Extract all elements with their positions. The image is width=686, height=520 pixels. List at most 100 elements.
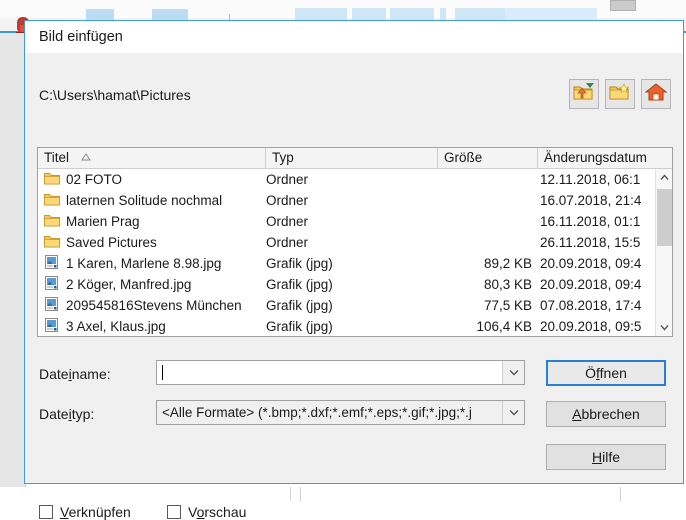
- image-file-icon: [44, 297, 60, 314]
- home-button[interactable]: [641, 79, 671, 109]
- text-caret: [162, 365, 163, 380]
- open-button[interactable]: Öffnen: [546, 360, 666, 386]
- table-row[interactable]: Marien Prag Ordner 16.11.2018, 01:1: [38, 211, 672, 232]
- file-date-cell: 16.07.2018, 21:4: [538, 193, 672, 208]
- file-name-cell: Marien Prag: [38, 213, 266, 230]
- link-checkbox-box[interactable]: [39, 505, 53, 519]
- file-name-label: 209545816Stevens München: [66, 298, 242, 313]
- file-size-cell: 89,2 KB: [438, 256, 538, 271]
- filename-label-post: name:: [72, 366, 111, 382]
- filetype-selected-value: <Alle Formate> (*.bmp;*.dxf;*.emf;*.eps;…: [157, 405, 502, 420]
- link-checkbox[interactable]: Verknüpfen: [39, 504, 131, 520]
- file-name-cell: 1 Karen, Marlene 8.98.jpg: [38, 255, 266, 272]
- file-name-cell: Saved Pictures: [38, 234, 266, 251]
- file-size-cell: 80,3 KB: [438, 277, 538, 292]
- file-name-label: 3 Axel, Klaus.jpg: [66, 319, 166, 334]
- column-header-groesse-label: Größe: [444, 150, 482, 165]
- scrollbar-thumb[interactable]: [657, 189, 672, 246]
- file-date-cell: 12.11.2018, 06:1: [538, 172, 672, 187]
- path-row: C:\Users\hamat\Pictures: [25, 79, 683, 119]
- table-row[interactable]: 209545816Stevens München Grafik (jpg)77,5…: [38, 295, 672, 316]
- column-header-typ[interactable]: Typ: [266, 148, 438, 168]
- file-type-cell: Grafik (jpg): [266, 298, 438, 313]
- new-folder-icon: [609, 82, 631, 107]
- filename-label: Dateiname:: [39, 366, 111, 382]
- level-up-button[interactable]: [569, 79, 599, 109]
- help-button-label: Hilfe: [592, 449, 620, 465]
- link-checkbox-label: Verknüpfen: [60, 504, 131, 520]
- file-name-cell: laternen Solitude nochmal: [38, 192, 266, 209]
- column-header-datum-label: Änderungsdatum: [544, 150, 647, 165]
- scroll-up-icon[interactable]: [656, 169, 672, 186]
- file-list-header: Titel Typ Größe Änderungsdatum: [38, 148, 672, 169]
- image-file-icon: [44, 318, 60, 335]
- background-bottom-separator-2: [300, 487, 301, 501]
- file-type-cell: Grafik (jpg): [266, 277, 438, 292]
- filetype-combobox[interactable]: <Alle Formate> (*.bmp;*.dxf;*.emf;*.eps;…: [156, 400, 525, 425]
- insert-image-dialog: Bild einfügen C:\Users\hamat\Pictures: [24, 20, 684, 484]
- column-header-datum[interactable]: Änderungsdatum: [538, 148, 672, 168]
- folder-icon: [44, 192, 60, 209]
- preview-checkbox-box[interactable]: [167, 505, 181, 519]
- filename-label-pre: Date: [39, 366, 69, 382]
- file-date-cell: 26.11.2018, 15:5: [538, 235, 672, 250]
- file-name-label: 2 Köger, Manfred.jpg: [66, 277, 191, 292]
- filetype-label-pre: Date: [39, 406, 69, 422]
- filename-combobox[interactable]: [156, 360, 525, 385]
- file-type-cell: Ordner: [266, 235, 438, 250]
- file-name-label: 1 Karen, Marlene 8.98.jpg: [66, 256, 221, 271]
- open-button-label: Öffnen: [585, 365, 627, 381]
- table-row[interactable]: Saved Pictures Ordner 26.11.2018, 15:5: [38, 232, 672, 253]
- file-date-cell: 20.09.2018, 09:5: [538, 319, 672, 334]
- table-row[interactable]: 02 FOTOOrdner 12.11.2018, 06:1: [38, 169, 672, 190]
- background-bottom-separator-1: [290, 487, 291, 501]
- background-bottom-area: [0, 487, 686, 501]
- background-bottom-separator-3: [620, 487, 621, 501]
- file-size-cell: 106,4 KB: [438, 319, 538, 334]
- home-icon: [645, 82, 667, 107]
- filename-dropdown-chevron-down-icon[interactable]: [502, 361, 524, 384]
- column-header-titel-label: Titel: [44, 150, 69, 165]
- file-type-cell: Grafik (jpg): [266, 256, 438, 271]
- file-list-rows: 02 FOTOOrdner12.11.2018, 06:1laternen So…: [38, 169, 672, 337]
- file-date-cell: 07.08.2018, 17:4: [538, 298, 672, 313]
- column-header-titel[interactable]: Titel: [38, 148, 266, 168]
- file-name-label: Saved Pictures: [66, 235, 157, 250]
- file-name-label: Marien Prag: [66, 214, 140, 229]
- file-date-cell: 20.09.2018, 09:4: [538, 277, 672, 292]
- file-type-cell: Ordner: [266, 193, 438, 208]
- background-left-panel: [0, 33, 26, 501]
- table-row[interactable]: 1 Karen, Marlene 8.98.jpg Grafik (jpg)89,…: [38, 253, 672, 274]
- dialog-body: C:\Users\hamat\Pictures: [25, 53, 683, 483]
- filetype-label-post: typ:: [72, 406, 95, 422]
- help-button[interactable]: Hilfe: [546, 444, 666, 470]
- file-date-cell: 16.11.2018, 01:1: [538, 214, 672, 229]
- file-date-cell: 20.09.2018, 09:4: [538, 256, 672, 271]
- column-header-groesse[interactable]: Größe: [438, 148, 538, 168]
- sort-ascending-icon: [81, 148, 91, 167]
- file-name-cell: 02 FOTO: [38, 171, 266, 188]
- filetype-dropdown-chevron-down-icon[interactable]: [502, 401, 524, 424]
- file-type-cell: Ordner: [266, 214, 438, 229]
- current-path-text: C:\Users\hamat\Pictures: [39, 87, 191, 103]
- table-row[interactable]: laternen Solitude nochmalOrdner 16.07.201…: [38, 190, 672, 211]
- file-list[interactable]: Titel Typ Größe Änderungsdatum 02 FOTOOr…: [37, 147, 673, 337]
- file-list-scrollbar[interactable]: [655, 169, 672, 336]
- table-row[interactable]: 2 Köger, Manfred.jpg Grafik (jpg)80,3 KB2…: [38, 274, 672, 295]
- file-name-cell: 209545816Stevens München: [38, 297, 266, 314]
- image-file-icon: [44, 255, 60, 272]
- file-size-cell: 77,5 KB: [438, 298, 538, 313]
- file-name-cell: 3 Axel, Klaus.jpg: [38, 318, 266, 335]
- preview-checkbox[interactable]: Vorschau: [167, 504, 246, 520]
- scroll-down-icon[interactable]: [656, 319, 672, 336]
- dialog-title-bar: Bild einfügen: [25, 21, 683, 53]
- file-type-cell: Ordner: [266, 172, 438, 187]
- new-folder-button[interactable]: [605, 79, 635, 109]
- table-row[interactable]: 3 Axel, Klaus.jpgGrafik (jpg)106,4 KB20.…: [38, 316, 672, 337]
- preview-checkbox-label: Vorschau: [188, 504, 246, 520]
- folder-icon: [44, 171, 60, 188]
- folder-icon: [44, 234, 60, 251]
- cancel-button-label: Abbrechen: [572, 406, 640, 422]
- cancel-button[interactable]: Abbrechen: [546, 401, 666, 427]
- image-file-icon: [44, 276, 60, 293]
